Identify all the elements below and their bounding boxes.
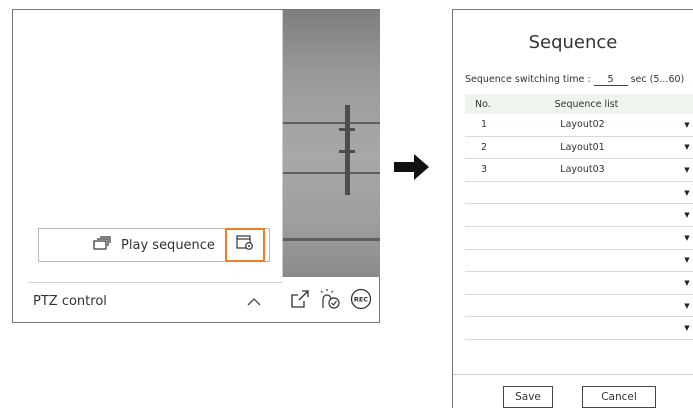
switching-time-label: Sequence switching time : xyxy=(465,74,591,85)
layout-select[interactable]: Layout02 xyxy=(499,119,680,130)
alarm-check-icon[interactable] xyxy=(318,288,342,314)
arrow-right-icon xyxy=(394,154,430,184)
record-icon[interactable]: REC xyxy=(350,288,372,314)
dropdown-arrow-icon[interactable]: ▼ xyxy=(680,279,693,287)
popout-icon[interactable] xyxy=(290,289,310,313)
dropdown-arrow-icon[interactable]: ▼ xyxy=(680,121,693,129)
sequence-icon xyxy=(93,236,111,254)
rec-text: REC xyxy=(354,296,368,304)
row-number: 2 xyxy=(481,141,488,153)
column-header-sequence-list: Sequence list xyxy=(554,98,619,110)
column-header-no: No. xyxy=(475,98,491,110)
divider xyxy=(28,282,282,283)
dropdown-arrow-icon[interactable]: ▼ xyxy=(680,189,693,197)
table-row: ▼ xyxy=(465,204,693,227)
dropdown-arrow-icon[interactable]: ▼ xyxy=(680,234,693,242)
switching-time-row: Sequence switching time : 5 sec (5...60) xyxy=(465,74,684,86)
dialog-title: Sequence xyxy=(528,32,618,53)
table-row: 1 Layout02 ▼ xyxy=(465,114,693,137)
table-row: ▼ xyxy=(465,182,693,205)
layout-select[interactable]: Layout03 xyxy=(499,164,680,175)
dropdown-arrow-icon[interactable]: ▼ xyxy=(680,166,693,174)
dropdown-arrow-icon[interactable]: ▼ xyxy=(680,302,693,310)
chevron-up-icon[interactable] xyxy=(246,293,262,312)
table-row: ▼ xyxy=(465,250,693,273)
ptz-control-label: PTZ control xyxy=(33,294,107,309)
row-number: 1 xyxy=(481,119,488,131)
table-row: 2 Layout01 ▼ xyxy=(465,137,693,160)
dropdown-arrow-icon[interactable]: ▼ xyxy=(680,211,693,219)
live-view-panel: Play sequence PTZ control REC xyxy=(12,9,380,323)
table-row: ▼ xyxy=(465,295,693,318)
row-number: 3 xyxy=(481,164,488,176)
dropdown-arrow-icon[interactable]: ▼ xyxy=(680,324,693,332)
camera-view xyxy=(282,10,380,277)
table-row: ▼ xyxy=(465,227,693,250)
switching-time-input[interactable]: 5 xyxy=(593,74,628,86)
layout-select[interactable]: Layout01 xyxy=(499,142,680,153)
dropdown-arrow-icon[interactable]: ▼ xyxy=(680,143,693,151)
dropdown-arrow-icon[interactable]: ▼ xyxy=(680,256,693,264)
switching-time-unit: sec (5...60) xyxy=(630,74,685,85)
window-gear-icon xyxy=(236,235,254,255)
sequence-dialog: Sequence Sequence switching time : 5 sec… xyxy=(452,9,693,408)
footer-divider xyxy=(453,374,693,375)
play-sequence-label: Play sequence xyxy=(121,237,215,253)
table-row: ▼ xyxy=(465,317,693,340)
cancel-button[interactable]: Cancel xyxy=(582,386,656,408)
table-row: ▼ xyxy=(465,272,693,295)
sequence-settings-button[interactable] xyxy=(225,228,265,262)
table-row: 3 Layout03 ▼ xyxy=(465,159,693,182)
camera-toolbar: REC xyxy=(282,278,380,324)
sequence-table: No. Sequence list 1 Layout02 ▼ 2 Layout0… xyxy=(465,94,693,340)
save-button[interactable]: Save xyxy=(503,386,553,408)
table-header: No. Sequence list xyxy=(465,94,693,114)
